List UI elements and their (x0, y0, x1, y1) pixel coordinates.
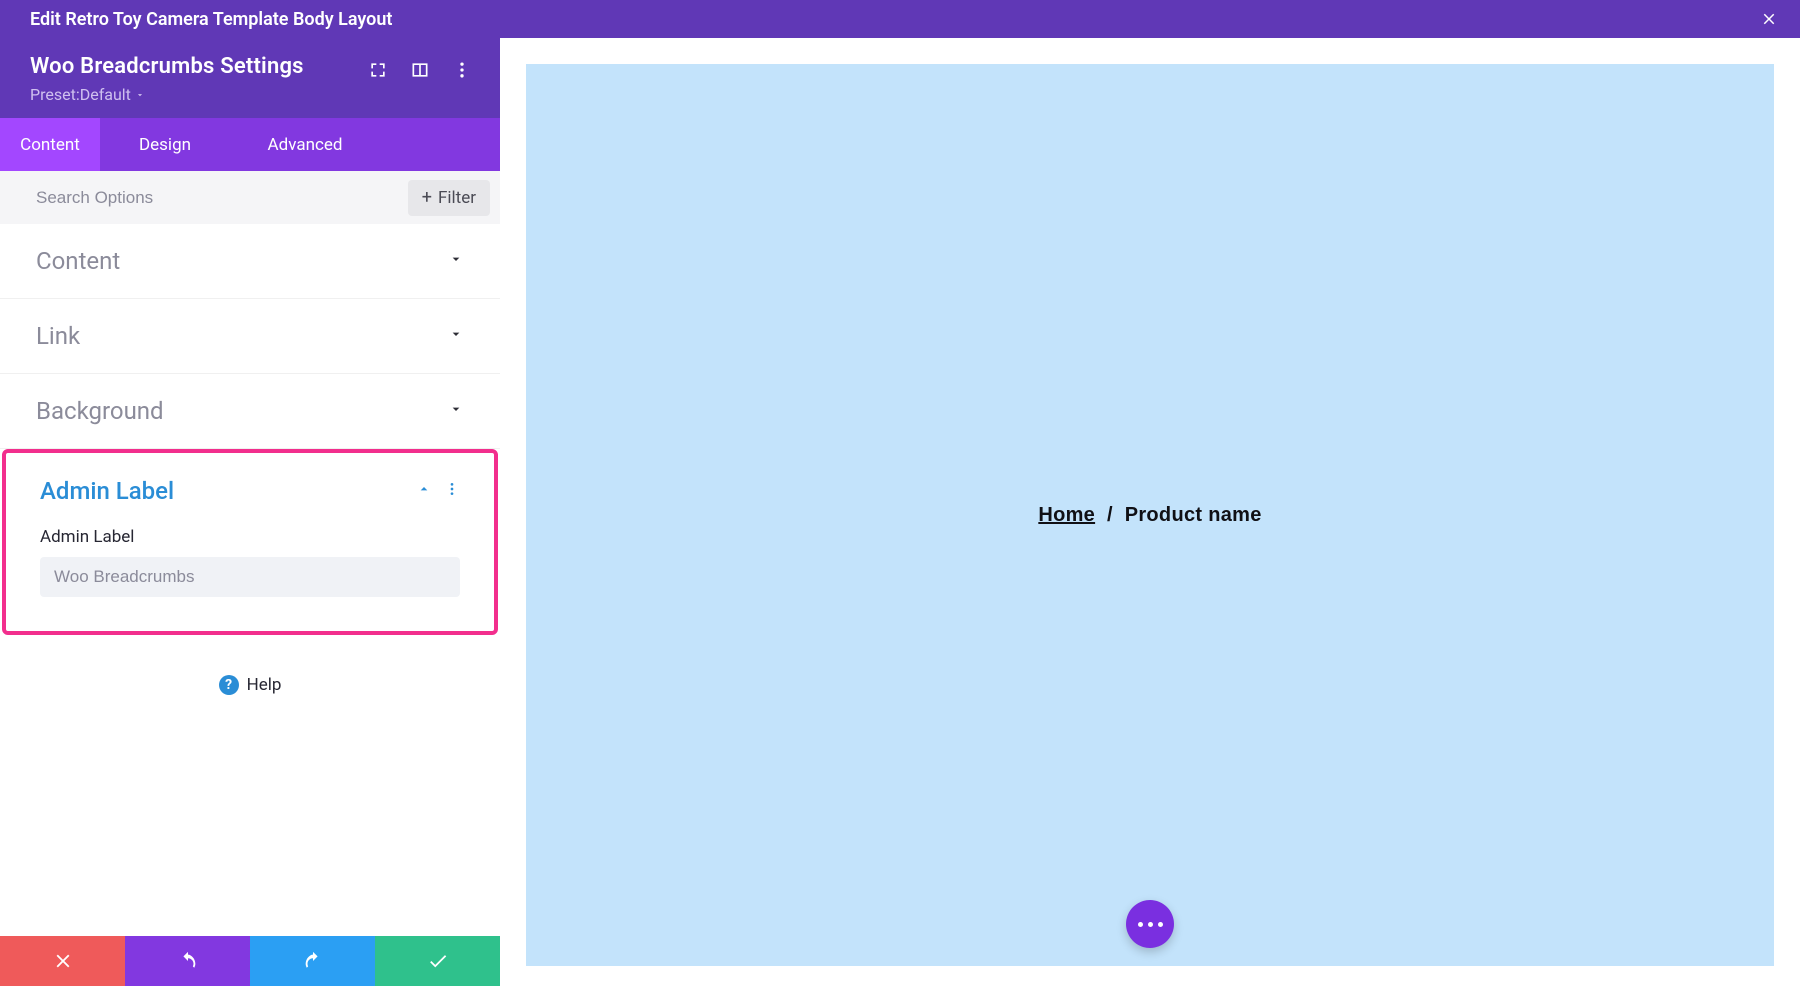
help-label: Help (247, 675, 282, 695)
expand-icon (368, 60, 388, 80)
redo-icon (302, 950, 324, 972)
chevron-down-icon (448, 401, 464, 421)
tab-advanced[interactable]: Advanced (230, 118, 380, 171)
close-button[interactable] (1760, 0, 1778, 38)
undo-button[interactable] (125, 936, 250, 986)
save-button[interactable] (375, 936, 500, 986)
cancel-icon (52, 950, 74, 972)
preset-value: Default (80, 85, 131, 104)
top-bar: Edit Retro Toy Camera Template Body Layo… (0, 0, 1800, 38)
breadcrumb-separator: / (1101, 504, 1119, 526)
chevron-down-icon (448, 251, 464, 271)
section-background[interactable]: Background (0, 374, 500, 449)
section-more-button[interactable] (444, 481, 460, 501)
preset-prefix: Preset: (30, 85, 80, 104)
panel-title: Woo Breadcrumbs Settings (30, 54, 366, 79)
section-title[interactable]: Admin Label (40, 477, 174, 505)
help-button[interactable]: ? Help (0, 675, 500, 695)
section-admin-label: Admin Label Admin Label (2, 449, 498, 635)
undo-icon (177, 950, 199, 972)
more-horizontal-icon (1138, 922, 1163, 927)
field-label: Admin Label (40, 527, 460, 547)
split-columns-button[interactable] (408, 58, 432, 82)
search-row: + Filter (0, 171, 500, 224)
columns-icon (410, 60, 430, 80)
section-title: Background (36, 397, 164, 425)
tab-content[interactable]: Content (0, 118, 100, 171)
plus-icon: + (422, 189, 432, 207)
more-vertical-icon (444, 481, 460, 497)
section-title: Content (36, 247, 120, 275)
top-bar-title: Edit Retro Toy Camera Template Body Layo… (30, 9, 392, 30)
floating-action-button[interactable] (1126, 900, 1174, 948)
breadcrumb: Home / Product name (1038, 504, 1261, 527)
collapse-button[interactable] (416, 481, 432, 501)
chevron-up-icon (416, 481, 432, 497)
admin-label-input[interactable] (40, 557, 460, 597)
expand-button[interactable] (366, 58, 390, 82)
tabs: Content Design Advanced (0, 118, 500, 171)
cancel-button[interactable] (0, 936, 125, 986)
panel-header: Woo Breadcrumbs Settings Preset: Default (0, 38, 500, 118)
help-icon: ? (219, 675, 239, 695)
close-icon (1760, 10, 1778, 28)
settings-panel: Woo Breadcrumbs Settings Preset: Default… (0, 38, 500, 986)
action-bar (0, 936, 500, 986)
more-vertical-icon (452, 60, 472, 80)
preset-selector[interactable]: Preset: Default (30, 85, 366, 104)
filter-button[interactable]: + Filter (408, 180, 490, 216)
panel-more-button[interactable] (450, 58, 474, 82)
check-icon (427, 950, 449, 972)
chevron-down-icon (448, 326, 464, 346)
section-content[interactable]: Content (0, 224, 500, 299)
redo-button[interactable] (250, 936, 375, 986)
breadcrumb-home-link[interactable]: Home (1038, 504, 1095, 526)
search-input[interactable] (36, 188, 408, 208)
tab-design[interactable]: Design (100, 118, 230, 171)
caret-down-icon (135, 85, 145, 104)
filter-label: Filter (438, 188, 476, 208)
preview-area: Home / Product name (500, 38, 1800, 986)
preview-canvas: Home / Product name (526, 64, 1774, 966)
breadcrumb-product: Product name (1125, 504, 1262, 526)
section-link[interactable]: Link (0, 299, 500, 374)
section-title: Link (36, 322, 80, 350)
